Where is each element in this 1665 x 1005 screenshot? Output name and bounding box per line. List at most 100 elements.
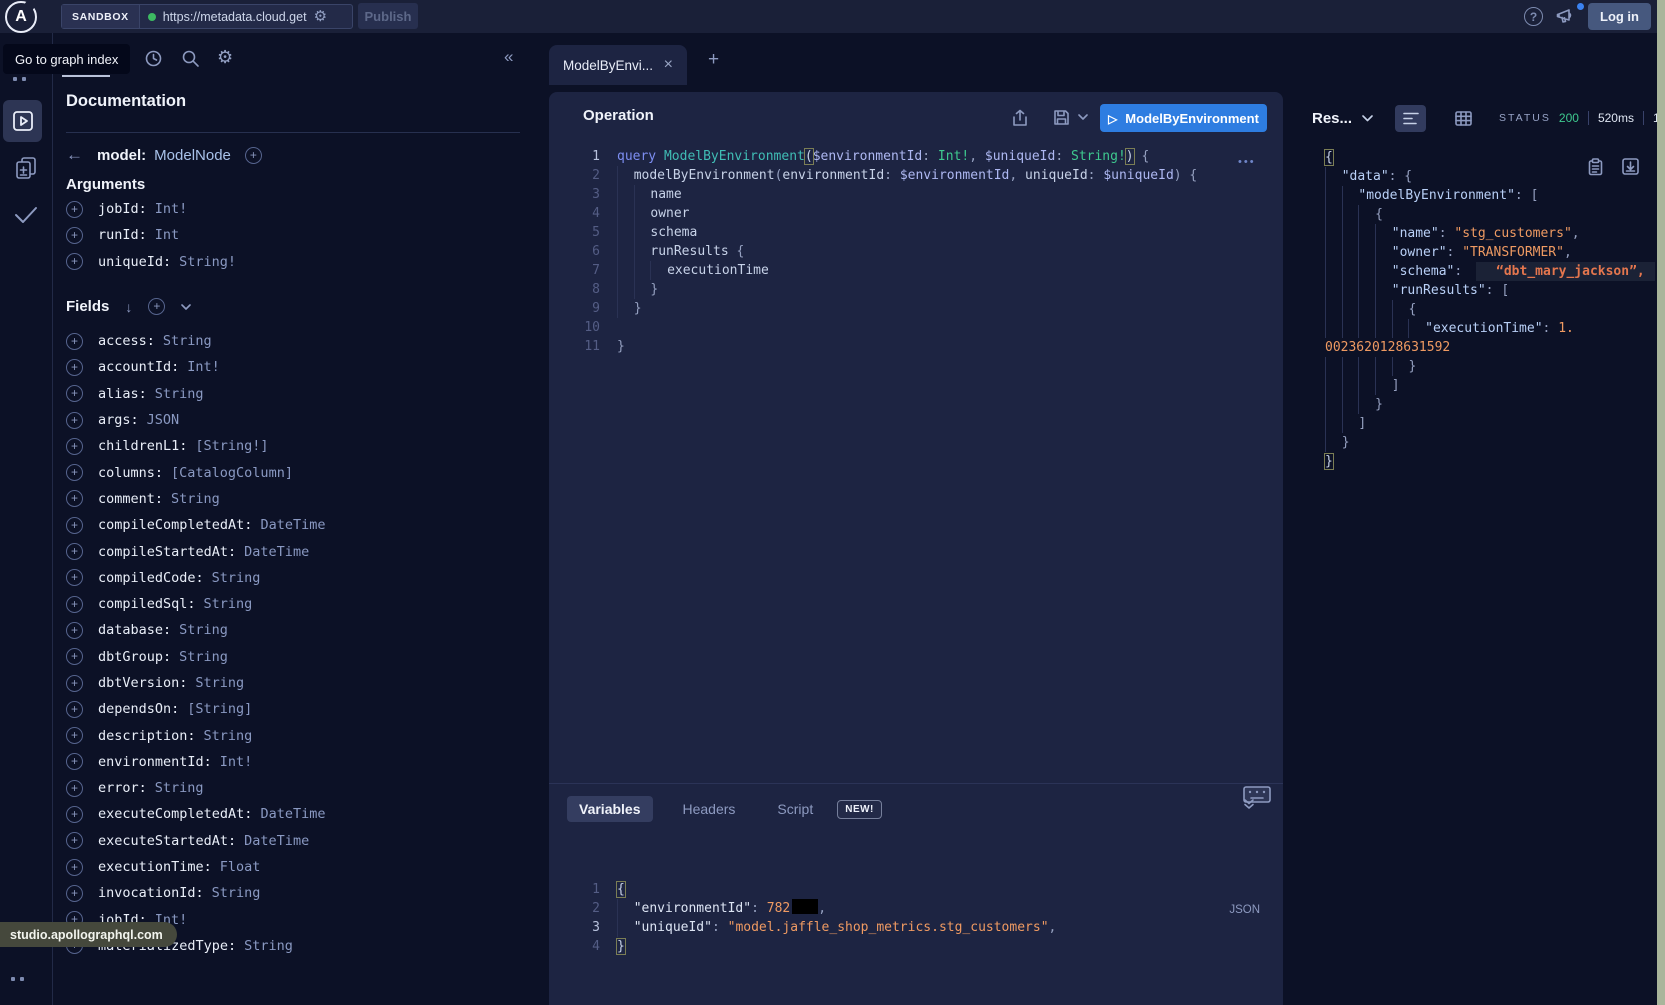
add-field-icon[interactable]: [66, 727, 83, 744]
add-field-icon[interactable]: [66, 648, 83, 665]
add-field-icon[interactable]: [66, 596, 83, 613]
breadcrumb-type[interactable]: ModelNode: [154, 147, 231, 164]
field-type[interactable]: String: [163, 333, 212, 349]
field-row[interactable]: executionTime: Float: [52, 854, 536, 880]
save-icon[interactable]: [1053, 109, 1070, 126]
add-field-icon[interactable]: [66, 438, 83, 455]
argument-row[interactable]: uniqueId: String!: [52, 249, 536, 275]
add-argument-icon[interactable]: [66, 253, 83, 270]
field-row[interactable]: childrenL1: [String!]: [52, 433, 536, 459]
field-type[interactable]: String: [244, 938, 293, 954]
field-row[interactable]: accountId: Int!: [52, 354, 536, 380]
search-icon[interactable]: [181, 49, 200, 68]
graph-index-icon-partial[interactable]: [13, 77, 26, 81]
field-type[interactable]: String: [212, 885, 261, 901]
field-type[interactable]: Float: [220, 859, 261, 875]
response-body[interactable]: {"data": {"modelByEnvironment": [{"name"…: [1300, 148, 1665, 471]
field-type[interactable]: DateTime: [244, 833, 309, 849]
argument-type[interactable]: Int: [155, 227, 179, 243]
publish-button[interactable]: Publish: [358, 3, 418, 29]
add-field-icon[interactable]: [66, 359, 83, 376]
add-argument-icon[interactable]: [66, 201, 83, 218]
tab-script[interactable]: Script: [765, 796, 825, 822]
field-type[interactable]: String: [195, 675, 244, 691]
announcements-megaphone-icon[interactable]: [1556, 6, 1578, 26]
endpoint-url-box[interactable]: https://metadata.cloud.get: [140, 5, 352, 28]
add-field-icon[interactable]: [66, 464, 83, 481]
field-row[interactable]: dbtVersion: String: [52, 670, 536, 696]
response-dropdown-chevron-icon[interactable]: [1362, 115, 1373, 122]
field-row[interactable]: comment: String: [52, 486, 536, 512]
add-field-icon[interactable]: [66, 832, 83, 849]
field-type[interactable]: DateTime: [244, 544, 309, 560]
field-row[interactable]: error: String: [52, 775, 536, 801]
argument-type[interactable]: String!: [179, 254, 236, 270]
add-argument-icon[interactable]: [66, 227, 83, 244]
add-field-icon[interactable]: [66, 780, 83, 797]
field-type[interactable]: String: [212, 570, 261, 586]
field-type[interactable]: Int!: [187, 359, 220, 375]
variables-editor[interactable]: 1{2"environmentId": 782,3"uniqueId": "mo…: [549, 880, 1283, 956]
add-field-icon[interactable]: [66, 701, 83, 718]
field-type[interactable]: DateTime: [260, 517, 325, 533]
table-view-toggle[interactable]: [1448, 105, 1479, 132]
field-type[interactable]: String: [171, 491, 220, 507]
field-row[interactable]: compileStartedAt: DateTime: [52, 538, 536, 564]
rail-bottom-icon-partial[interactable]: [11, 977, 24, 981]
back-arrow-icon[interactable]: [66, 145, 83, 165]
field-type[interactable]: [CatalogColumn]: [171, 465, 293, 481]
new-tab-icon[interactable]: [708, 49, 719, 71]
field-row[interactable]: description: String: [52, 722, 536, 748]
add-field-icon[interactable]: [66, 859, 83, 876]
field-type[interactable]: [String]: [187, 701, 252, 717]
field-row[interactable]: access: String: [52, 328, 536, 354]
chevron-down-icon[interactable]: [181, 304, 191, 310]
add-field-icon[interactable]: [66, 490, 83, 507]
field-row[interactable]: compiledSql: String: [52, 591, 536, 617]
field-row[interactable]: compileCompletedAt: DateTime: [52, 512, 536, 538]
field-type[interactable]: Int!: [220, 754, 253, 770]
add-fields-icon[interactable]: [148, 298, 165, 315]
field-type[interactable]: String: [204, 596, 253, 612]
field-row[interactable]: columns: [CatalogColumn]: [52, 459, 536, 485]
add-field-icon[interactable]: [66, 517, 83, 534]
add-field-icon[interactable]: [66, 622, 83, 639]
add-field-icon[interactable]: [66, 675, 83, 692]
collapse-sidebar-icon[interactable]: [504, 47, 513, 67]
field-type[interactable]: String: [179, 622, 228, 638]
argument-row[interactable]: jobId: Int!: [52, 196, 536, 222]
field-row[interactable]: alias: String: [52, 381, 536, 407]
field-type[interactable]: JSON: [147, 412, 180, 428]
tab-variables[interactable]: Variables: [567, 796, 653, 822]
history-icon[interactable]: [144, 49, 163, 68]
add-field-icon[interactable]: [66, 753, 83, 770]
run-operation-button[interactable]: ModelByEnvironment: [1100, 104, 1267, 132]
field-row[interactable]: compiledCode: String: [52, 565, 536, 591]
argument-row[interactable]: runId: Int: [52, 222, 536, 248]
add-field-icon[interactable]: [66, 885, 83, 902]
field-type[interactable]: String: [179, 649, 228, 665]
field-row[interactable]: database: String: [52, 617, 536, 643]
raw-view-toggle[interactable]: [1395, 105, 1426, 132]
field-type[interactable]: DateTime: [260, 806, 325, 822]
login-button[interactable]: Log in: [1588, 3, 1651, 30]
save-options-chevron-icon[interactable]: [1078, 114, 1088, 120]
field-row[interactable]: dependsOn: [String]: [52, 696, 536, 722]
field-type[interactable]: String: [155, 780, 204, 796]
collapse-panel-icon[interactable]: [1243, 798, 1255, 810]
settings-gear-icon[interactable]: [217, 48, 233, 66]
rail-item-schema[interactable]: [0, 155, 52, 181]
add-all-fields-icon[interactable]: [245, 147, 262, 164]
add-field-icon[interactable]: [66, 569, 83, 586]
sort-icon[interactable]: [125, 299, 132, 315]
rail-item-explorer[interactable]: [3, 100, 42, 142]
share-icon[interactable]: [1012, 109, 1028, 127]
rail-item-checks[interactable]: [0, 205, 52, 225]
field-row[interactable]: executeStartedAt: DateTime: [52, 828, 536, 854]
field-row[interactable]: invocationId: String: [52, 880, 536, 906]
argument-type[interactable]: Int!: [155, 201, 188, 217]
field-row[interactable]: executeCompletedAt: DateTime: [52, 801, 536, 827]
tab-headers[interactable]: Headers: [671, 796, 748, 822]
endpoint-settings-gear-icon[interactable]: [314, 9, 327, 24]
field-type[interactable]: String: [204, 728, 253, 744]
